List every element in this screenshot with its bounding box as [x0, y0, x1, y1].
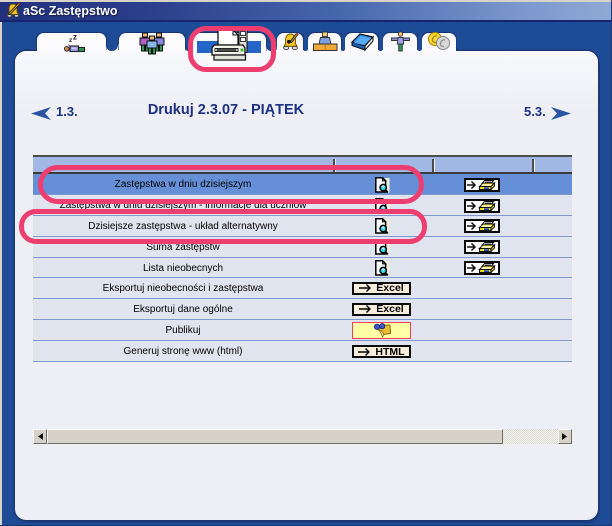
- svg-text:z: z: [73, 33, 77, 42]
